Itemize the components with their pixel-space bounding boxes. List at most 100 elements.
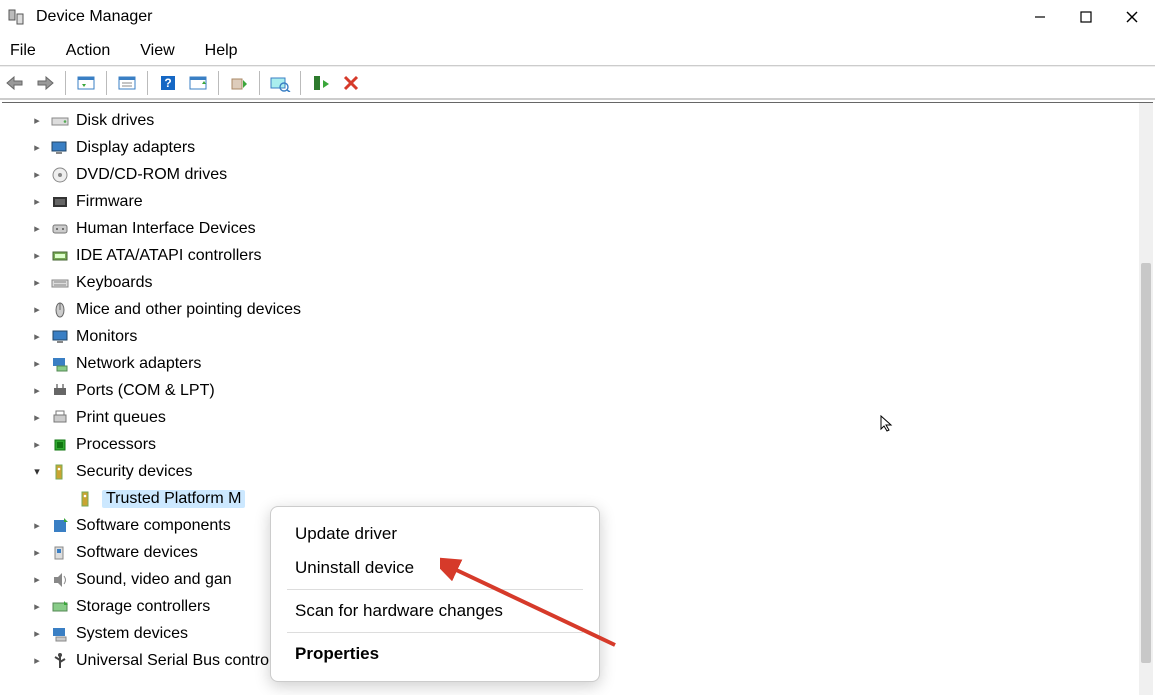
device-category-icon bbox=[50, 409, 70, 427]
ctx-update-driver[interactable]: Update driver bbox=[271, 517, 599, 551]
tree-node-label: Keyboards bbox=[76, 274, 153, 292]
device-category-icon bbox=[50, 517, 70, 535]
tree-node[interactable]: ▸ Display adapters bbox=[6, 134, 1139, 161]
tree-node[interactable]: ▸ IDE ATA/ATAPI controllers bbox=[6, 242, 1139, 269]
tree-node-label: Display adapters bbox=[76, 139, 195, 157]
title-bar: Device Manager bbox=[0, 0, 1155, 34]
expand-arrow-icon[interactable]: ▸ bbox=[28, 195, 46, 208]
ctx-scan-hardware[interactable]: Scan for hardware changes bbox=[271, 594, 599, 628]
expand-arrow-icon[interactable]: ▸ bbox=[28, 411, 46, 424]
device-category-icon bbox=[50, 652, 70, 670]
device-category-icon bbox=[50, 571, 70, 589]
device-category-icon bbox=[50, 328, 70, 346]
device-category-icon bbox=[50, 625, 70, 643]
device-icon bbox=[76, 490, 96, 508]
tree-node[interactable]: ▸ DVD/CD-ROM drives bbox=[6, 161, 1139, 188]
tree-node-label: Processors bbox=[76, 436, 156, 454]
context-menu-separator bbox=[287, 589, 583, 590]
menu-help[interactable]: Help bbox=[201, 39, 242, 63]
cursor-icon bbox=[880, 415, 896, 438]
ctx-uninstall-device[interactable]: Uninstall device bbox=[271, 551, 599, 585]
tree-node[interactable]: ▸ Mice and other pointing devices bbox=[6, 296, 1139, 323]
toolbar-separator bbox=[259, 71, 260, 95]
tree-node-label: Universal Serial Bus controllers bbox=[76, 652, 298, 670]
tree-node-label: IDE ATA/ATAPI controllers bbox=[76, 247, 262, 265]
device-category-icon bbox=[50, 166, 70, 184]
scrollbar-thumb[interactable] bbox=[1141, 263, 1151, 663]
update-driver-button[interactable] bbox=[226, 70, 252, 96]
expand-arrow-icon[interactable]: ▸ bbox=[28, 222, 46, 235]
tree-node[interactable]: ▸ Network adapters bbox=[6, 350, 1139, 377]
tree-node[interactable]: ▸ Processors bbox=[6, 431, 1139, 458]
nav-forward-button[interactable] bbox=[32, 70, 58, 96]
tree-node-label: Software devices bbox=[76, 544, 198, 562]
device-category-icon bbox=[50, 220, 70, 238]
tree-node-label: Network adapters bbox=[76, 355, 201, 373]
context-menu-separator bbox=[287, 632, 583, 633]
toolbar-separator bbox=[218, 71, 219, 95]
toolbar: ? bbox=[0, 66, 1155, 100]
tree-node-label: Sound, video and gan bbox=[76, 571, 232, 589]
menu-file[interactable]: File bbox=[6, 39, 40, 63]
menu-view[interactable]: View bbox=[136, 39, 178, 63]
toolbar-separator bbox=[106, 71, 107, 95]
tree-node[interactable]: ▸ Monitors bbox=[6, 323, 1139, 350]
device-category-icon bbox=[50, 382, 70, 400]
tree-node[interactable]: ▸ Human Interface Devices bbox=[6, 215, 1139, 242]
nav-back-button[interactable] bbox=[2, 70, 28, 96]
expand-arrow-icon[interactable]: ▸ bbox=[28, 276, 46, 289]
expand-arrow-icon[interactable]: ▸ bbox=[28, 357, 46, 370]
help-button[interactable]: ? bbox=[155, 70, 181, 96]
device-category-icon bbox=[50, 355, 70, 373]
collapse-arrow-icon[interactable]: ▾ bbox=[28, 465, 46, 478]
expand-arrow-icon[interactable]: ▸ bbox=[28, 330, 46, 343]
tree-node-label: Security devices bbox=[76, 463, 193, 481]
tree-node[interactable]: ▸ Print queues bbox=[6, 404, 1139, 431]
close-button[interactable] bbox=[1109, 0, 1155, 34]
expand-arrow-icon[interactable]: ▸ bbox=[28, 573, 46, 586]
enable-device-button[interactable] bbox=[308, 70, 334, 96]
maximize-button[interactable] bbox=[1063, 0, 1109, 34]
device-category-icon bbox=[50, 463, 70, 481]
context-menu: Update driver Uninstall device Scan for … bbox=[270, 506, 600, 682]
menu-action[interactable]: Action bbox=[62, 39, 114, 63]
device-category-icon bbox=[50, 112, 70, 130]
minimize-button[interactable] bbox=[1017, 0, 1063, 34]
tree-node-label: Human Interface Devices bbox=[76, 220, 256, 238]
tree-node-label: Software components bbox=[76, 517, 231, 535]
expand-arrow-icon[interactable]: ▸ bbox=[28, 168, 46, 181]
ctx-properties[interactable]: Properties bbox=[271, 637, 599, 671]
tree-node-label: Trusted Platform M bbox=[102, 490, 245, 508]
scan-hardware-button[interactable] bbox=[267, 70, 293, 96]
svg-text:?: ? bbox=[164, 76, 171, 90]
device-manager-window: Device Manager File Action View Help bbox=[0, 0, 1155, 695]
vertical-scrollbar[interactable] bbox=[1139, 103, 1153, 695]
device-category-icon bbox=[50, 598, 70, 616]
tree-node[interactable]: ▸ Ports (COM & LPT) bbox=[6, 377, 1139, 404]
expand-arrow-icon[interactable]: ▸ bbox=[28, 438, 46, 451]
expand-arrow-icon[interactable]: ▸ bbox=[28, 141, 46, 154]
expand-arrow-icon[interactable]: ▸ bbox=[28, 654, 46, 667]
expand-arrow-icon[interactable]: ▸ bbox=[28, 519, 46, 532]
expand-arrow-icon[interactable]: ▸ bbox=[28, 384, 46, 397]
tree-node[interactable]: ▸ Firmware bbox=[6, 188, 1139, 215]
tree-node-label: Monitors bbox=[76, 328, 137, 346]
toolbar-separator bbox=[65, 71, 66, 95]
tree-node[interactable]: ▸ Disk drives bbox=[6, 107, 1139, 134]
expand-arrow-icon[interactable]: ▸ bbox=[28, 546, 46, 559]
tree-node[interactable]: ▾ Security devices bbox=[6, 458, 1139, 485]
app-icon bbox=[6, 7, 26, 27]
expand-arrow-icon[interactable]: ▸ bbox=[28, 114, 46, 127]
expand-arrow-icon[interactable]: ▸ bbox=[28, 303, 46, 316]
uninstall-device-button[interactable] bbox=[338, 70, 364, 96]
tree-node-label: Print queues bbox=[76, 409, 166, 427]
expand-arrow-icon[interactable]: ▸ bbox=[28, 249, 46, 262]
action-tree-button[interactable] bbox=[185, 70, 211, 96]
tree-node-label: Ports (COM & LPT) bbox=[76, 382, 215, 400]
expand-arrow-icon[interactable]: ▸ bbox=[28, 627, 46, 640]
tree-node-label: System devices bbox=[76, 625, 188, 643]
properties-button[interactable] bbox=[114, 70, 140, 96]
expand-arrow-icon[interactable]: ▸ bbox=[28, 600, 46, 613]
tree-node[interactable]: ▸ Keyboards bbox=[6, 269, 1139, 296]
show-hide-tree-button[interactable] bbox=[73, 70, 99, 96]
